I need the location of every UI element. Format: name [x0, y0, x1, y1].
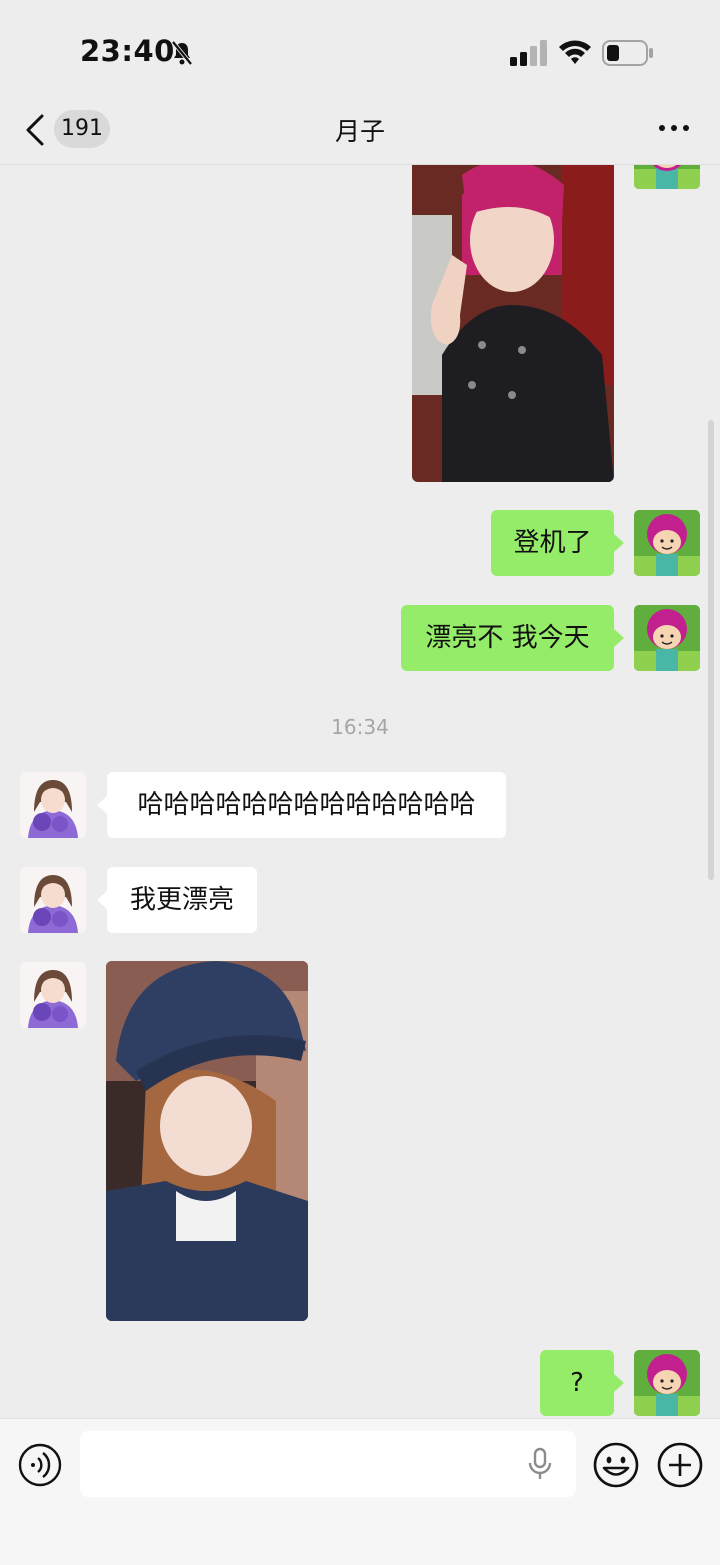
cartoon-avatar-image [634, 510, 700, 576]
my-avatar[interactable] [634, 605, 700, 671]
cartoon-avatar-image [634, 605, 700, 671]
illustrated-girl-avatar-image [20, 962, 86, 1028]
cartoon-avatar-image [634, 1350, 700, 1416]
chat-title: 月子 [334, 117, 385, 146]
sent-text-message[interactable]: 登机了 [491, 510, 614, 576]
scrollbar[interactable] [708, 420, 714, 880]
bubble-tail [614, 534, 624, 552]
bubble-tail [97, 891, 107, 909]
message-text: 我更漂亮 [129, 885, 234, 915]
message-text: 哈哈哈哈哈哈哈哈哈哈哈哈哈 [137, 790, 476, 820]
contact-avatar[interactable] [20, 962, 86, 1028]
voice-input-icon[interactable] [18, 1443, 62, 1487]
message-input-bar [0, 1418, 720, 1565]
cellular-signal-icon [510, 40, 547, 66]
portrait-photo-image [412, 165, 614, 482]
wifi-icon [559, 40, 591, 64]
microphone-icon[interactable] [526, 1447, 554, 1481]
message-text: 登机了 [513, 528, 592, 558]
cartoon-avatar-image [634, 165, 700, 189]
received-photo-message[interactable] [106, 961, 308, 1321]
bell-muted-icon [171, 40, 193, 66]
illustrated-girl-avatar-image [20, 772, 86, 838]
received-text-message[interactable]: 我更漂亮 [107, 867, 257, 933]
plus-icon[interactable] [656, 1441, 704, 1489]
message-text: ? [570, 1368, 584, 1398]
status-bar: 23:40 [0, 0, 720, 100]
my-avatar[interactable] [634, 165, 700, 189]
status-time: 23:40 [80, 34, 175, 68]
sent-photo-message[interactable] [412, 165, 614, 482]
my-avatar[interactable] [634, 1350, 700, 1416]
contact-avatar[interactable] [20, 867, 86, 933]
message-timestamp: 16:34 [331, 715, 389, 739]
bubble-tail [614, 1374, 624, 1392]
my-avatar[interactable] [634, 510, 700, 576]
emoji-icon[interactable] [592, 1441, 640, 1489]
battery-icon [602, 40, 653, 66]
bubble-tail [614, 629, 624, 647]
chat-header: 191 月子 [0, 100, 720, 165]
selfie-photo-image [106, 961, 308, 1321]
sent-text-message[interactable]: ? [540, 1350, 614, 1416]
message-text-field[interactable] [80, 1431, 576, 1497]
illustrated-girl-avatar-image [20, 867, 86, 933]
message-text: 漂亮不 我今天 [425, 623, 590, 653]
contact-avatar[interactable] [20, 772, 86, 838]
bubble-tail [97, 796, 107, 814]
received-text-message[interactable]: 哈哈哈哈哈哈哈哈哈哈哈哈哈 [107, 772, 506, 838]
message-list[interactable]: 登机了 漂亮不 我今天 16:34 哈哈哈哈哈哈哈哈哈哈哈哈哈 我更漂亮 ? [0, 165, 720, 1418]
more-options-icon[interactable] [656, 116, 692, 140]
sent-text-message[interactable]: 漂亮不 我今天 [401, 605, 614, 671]
